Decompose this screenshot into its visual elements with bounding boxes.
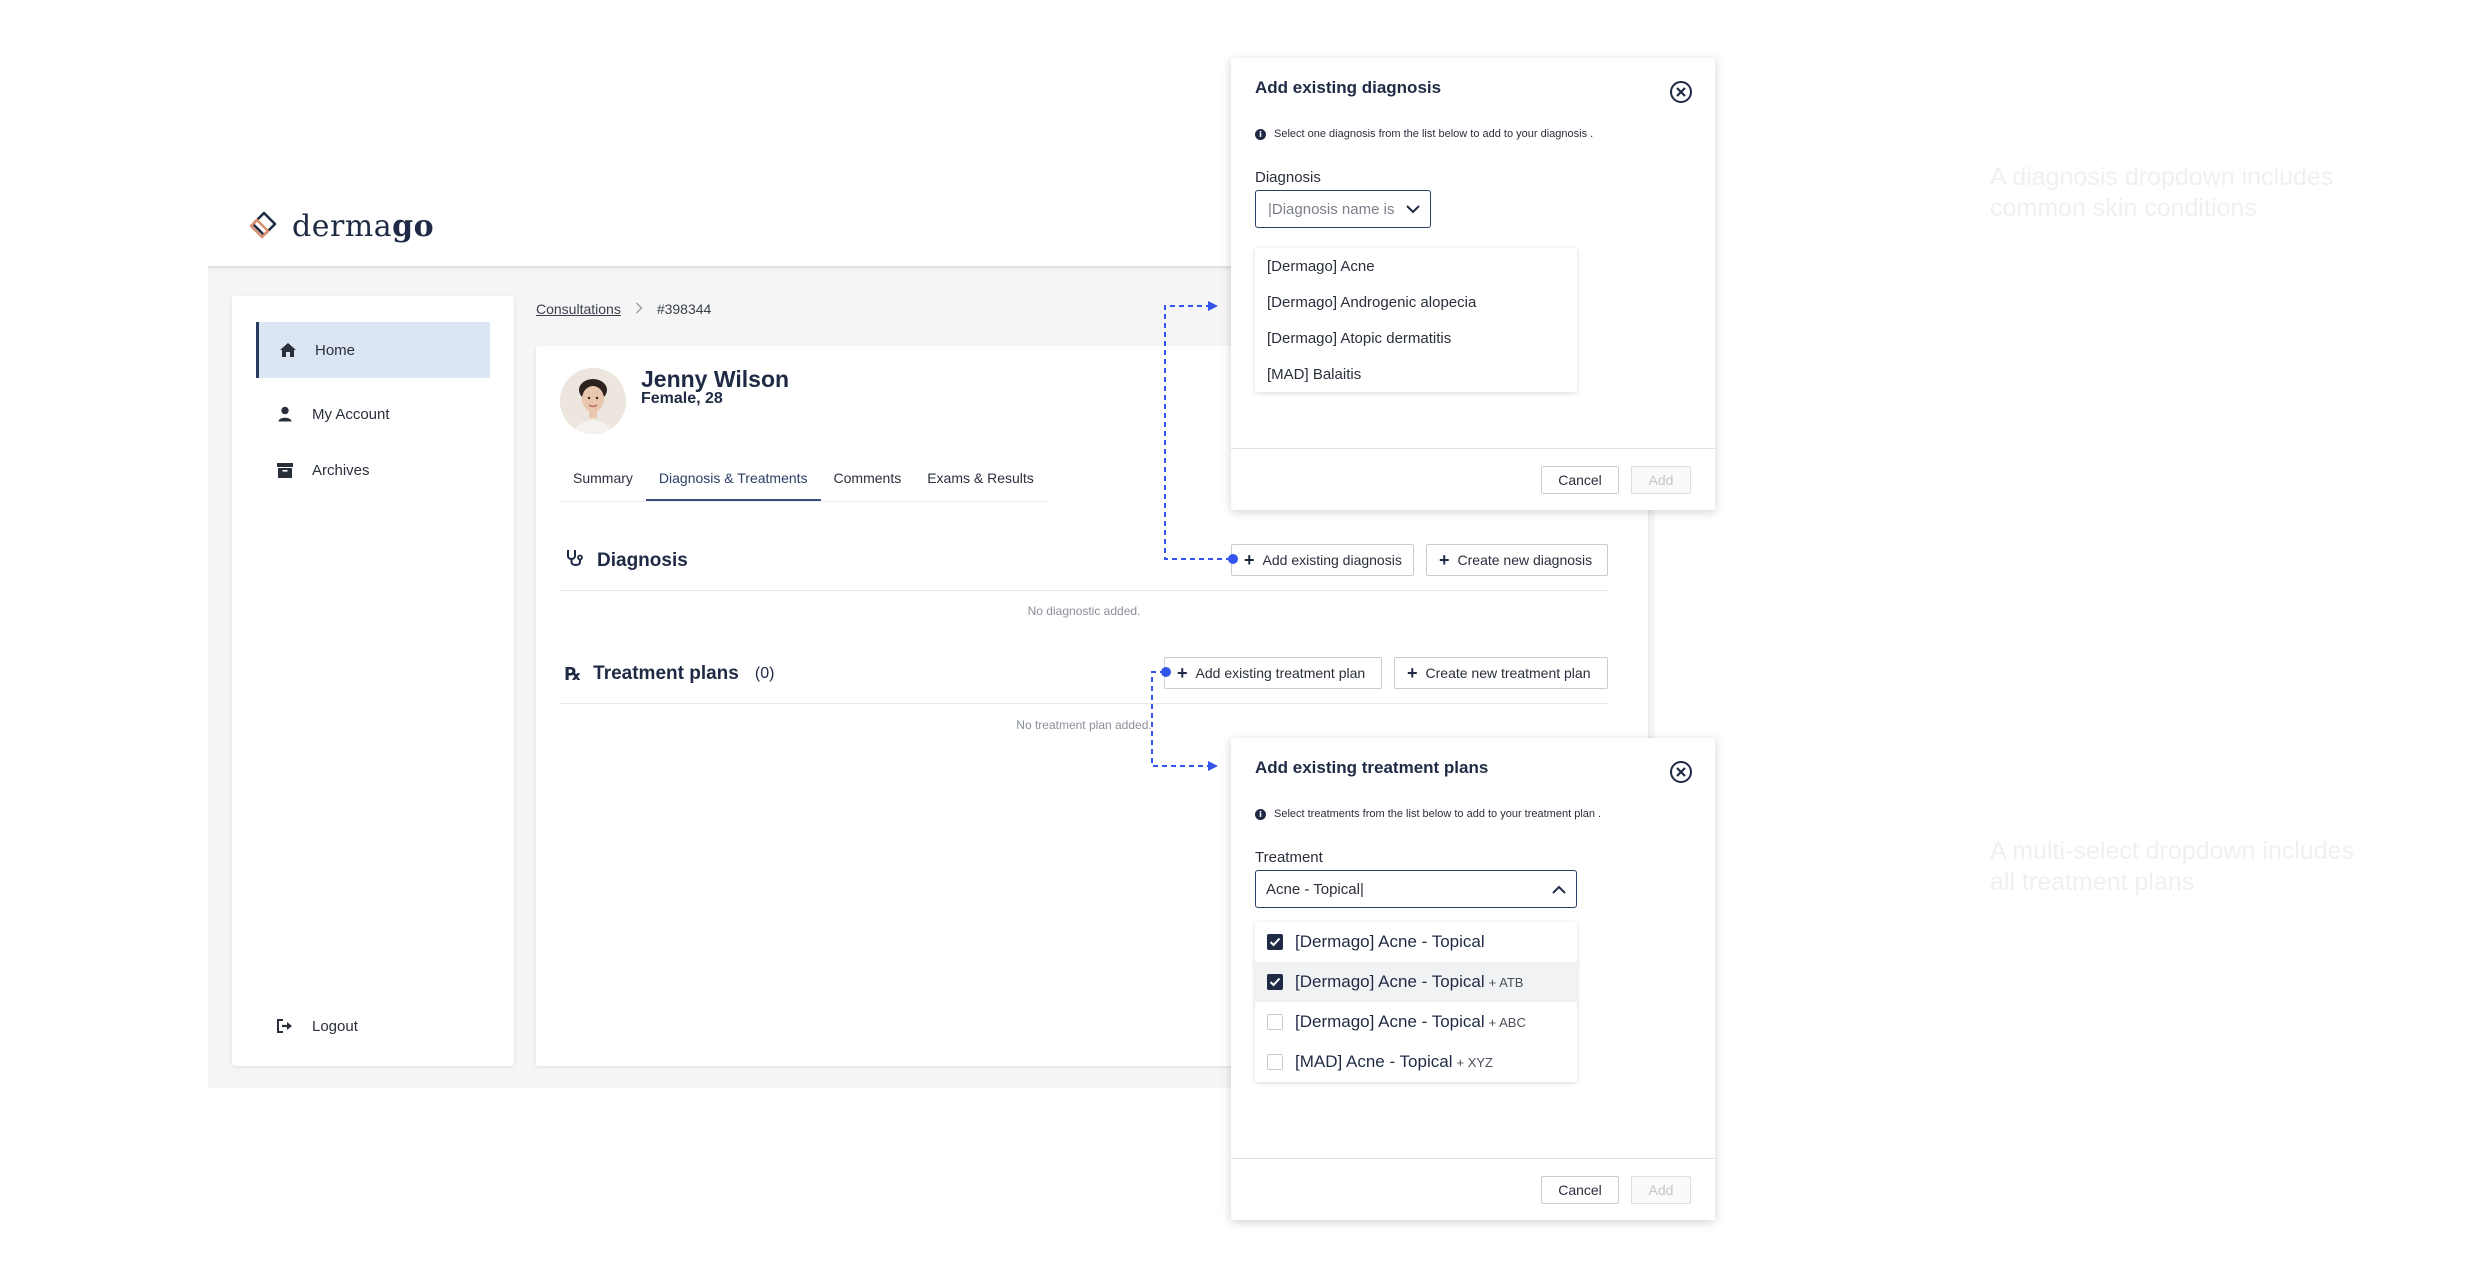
treatment-field-label: Treatment bbox=[1255, 849, 1323, 866]
diagnosis-select[interactable] bbox=[1255, 190, 1431, 228]
treatment-dropdown-list: [Dermago] Acne - Topical [Dermago] Acne … bbox=[1255, 922, 1577, 1082]
checkbox-unchecked-icon[interactable] bbox=[1267, 1054, 1283, 1070]
diagnosis-dropdown-list: [Dermago] Acne [Dermago] Androgenic alop… bbox=[1255, 248, 1577, 392]
treatment-option-suffix: + XYZ bbox=[1456, 1054, 1493, 1070]
treatment-modal-title: Add existing treatment plans bbox=[1255, 758, 1489, 777]
diagnosis-modal-info-text: Select one diagnosis from the list below… bbox=[1274, 128, 1594, 140]
treatment-option[interactable]: [Dermago] Acne - Topical bbox=[1255, 922, 1577, 962]
treatment-modal-info: i Select treatments from the list below … bbox=[1255, 808, 1601, 820]
add-existing-diagnosis-modal: Add existing diagnosis i Select one diag… bbox=[1231, 58, 1715, 510]
diagnosis-option[interactable]: [MAD] Balaitis bbox=[1255, 356, 1577, 392]
treatment-option-label: [Dermago] Acne - Topical bbox=[1295, 932, 1485, 951]
annotation-line: common skin conditions bbox=[1990, 194, 2257, 222]
diagnosis-field-label: Diagnosis bbox=[1255, 169, 1321, 186]
checkbox-unchecked-icon[interactable] bbox=[1267, 1014, 1283, 1030]
diagnosis-option[interactable]: [Dermago] Androgenic alopecia bbox=[1255, 284, 1577, 320]
diagnosis-search-input[interactable] bbox=[1266, 199, 1402, 219]
checkbox-checked-icon[interactable] bbox=[1267, 974, 1283, 990]
treatment-option[interactable]: [Dermago] Acne - Topical + ATB bbox=[1255, 962, 1577, 1002]
treatment-search-value[interactable]: Acne - Topical| bbox=[1266, 881, 1364, 898]
diagnosis-modal-footer bbox=[1231, 448, 1715, 449]
diagnosis-modal-info: i Select one diagnosis from the list bel… bbox=[1255, 128, 1593, 140]
treatment-annotation: A multi-select dropdown includes all tre… bbox=[1990, 836, 2354, 898]
treatment-add-button[interactable]: Add bbox=[1631, 1176, 1691, 1204]
info-icon: i bbox=[1255, 808, 1266, 820]
treatment-modal-footer bbox=[1231, 1158, 1715, 1159]
close-icon[interactable] bbox=[1669, 760, 1693, 784]
close-icon[interactable] bbox=[1669, 80, 1693, 104]
diagnosis-option[interactable]: [Dermago] Acne bbox=[1255, 248, 1577, 284]
diagnosis-modal-title: Add existing diagnosis bbox=[1255, 78, 1442, 97]
diagnosis-add-button[interactable]: Add bbox=[1631, 466, 1691, 494]
chevron-up-icon bbox=[1552, 881, 1566, 898]
diagnosis-annotation: A diagnosis dropdown includes common ski… bbox=[1990, 162, 2333, 224]
treatment-option-label: [Dermago] Acne - Topical bbox=[1295, 1012, 1485, 1031]
diagnosis-cancel-button[interactable]: Cancel bbox=[1541, 466, 1619, 494]
diagnosis-option[interactable]: [Dermago] Atopic dermatitis bbox=[1255, 320, 1577, 356]
info-icon: i bbox=[1255, 128, 1266, 140]
treatment-cancel-button[interactable]: Cancel bbox=[1541, 1176, 1619, 1204]
treatment-option-suffix: + ATB bbox=[1488, 974, 1524, 990]
treatment-option-label: [MAD] Acne - Topical bbox=[1295, 1052, 1453, 1071]
annotation-line: A multi-select dropdown includes bbox=[1990, 837, 2355, 865]
treatment-option[interactable]: [Dermago] Acne - Topical + ABC bbox=[1255, 1002, 1577, 1042]
treatment-option[interactable]: [MAD] Acne - Topical + XYZ bbox=[1255, 1042, 1577, 1082]
treatment-select[interactable]: Acne - Topical| bbox=[1255, 870, 1577, 908]
treatment-option-label: [Dermago] Acne - Topical bbox=[1295, 972, 1485, 991]
chevron-down-icon bbox=[1406, 201, 1420, 218]
treatment-option-suffix: + ABC bbox=[1488, 1014, 1526, 1030]
add-existing-treatment-modal: Add existing treatment plans i Select tr… bbox=[1231, 738, 1715, 1220]
checkbox-checked-icon[interactable] bbox=[1267, 934, 1283, 950]
annotation-line: A diagnosis dropdown includes bbox=[1990, 163, 2334, 191]
treatment-modal-info-text: Select treatments from the list below to… bbox=[1274, 808, 1602, 820]
annotation-line: all treatment plans bbox=[1990, 868, 2195, 896]
